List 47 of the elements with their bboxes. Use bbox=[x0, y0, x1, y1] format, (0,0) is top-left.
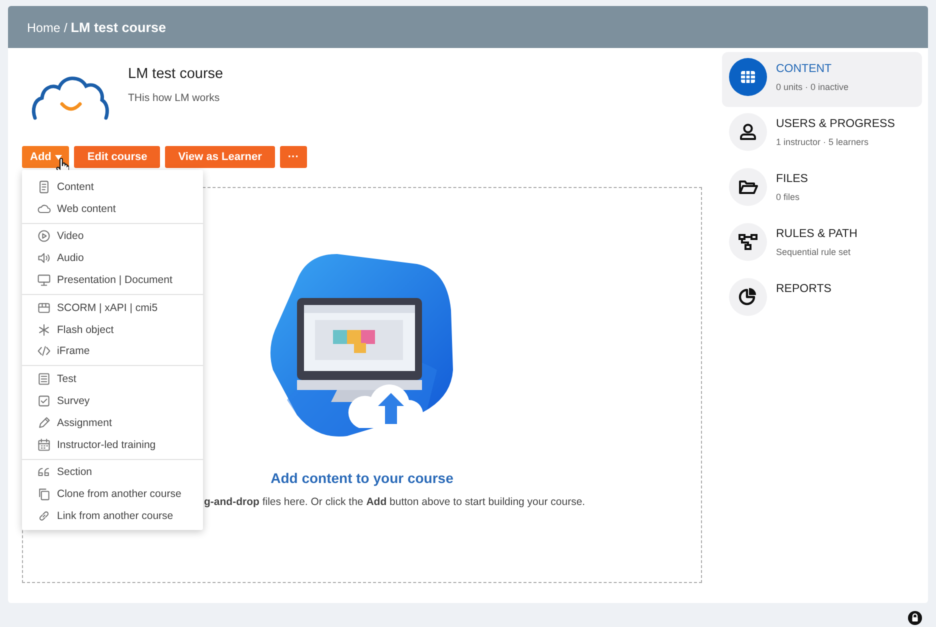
menu-item[interactable]: Flash object bbox=[22, 318, 203, 341]
empty-state-text: g-and-drop files here. Or click the Add button above to start building your course. bbox=[204, 496, 586, 508]
menu-item[interactable]: Content bbox=[22, 176, 203, 198]
sidebar-subtitle: 0 files bbox=[776, 192, 801, 202]
code-icon bbox=[37, 344, 51, 358]
monitor-icon bbox=[37, 273, 51, 288]
menu-item[interactable]: Audio bbox=[22, 247, 203, 270]
document-icon bbox=[37, 180, 51, 194]
menu-item[interactable]: Video bbox=[22, 226, 203, 248]
menu-item[interactable]: Link from another course bbox=[22, 505, 203, 527]
sidebar-subtitle: 1 instructor · 5 learners bbox=[776, 137, 870, 147]
menu-item[interactable]: Clone from another course bbox=[22, 483, 203, 506]
sidebar-item[interactable]: FILES 0 files bbox=[722, 162, 922, 217]
menu-item[interactable]: Web content bbox=[22, 198, 203, 220]
sidebar-title: REPORTS bbox=[776, 283, 832, 295]
speaker-icon bbox=[37, 251, 51, 266]
menu-item[interactable]: Test bbox=[22, 368, 203, 390]
pencil-icon bbox=[37, 416, 51, 430]
menu-item[interactable]: Survey bbox=[22, 390, 203, 412]
sidebar-subtitle: 0 units · 0 inactive bbox=[776, 82, 849, 92]
list-icon bbox=[37, 372, 51, 386]
sidebar-item[interactable]: REPORTS bbox=[722, 272, 922, 327]
sidebar-title: USERS & PROGRESS bbox=[776, 118, 895, 130]
course-description: THis how LM works bbox=[128, 92, 221, 104]
course-title: LM test course bbox=[128, 66, 224, 82]
lock-icon[interactable] bbox=[908, 611, 922, 625]
menu-item[interactable]: SCORM | xAPI | cmi5 bbox=[22, 296, 203, 319]
sidebar-title: CONTENT bbox=[776, 63, 833, 75]
link-icon bbox=[37, 509, 51, 524]
asterisk-icon bbox=[37, 322, 51, 337]
menu-item[interactable]: Section bbox=[22, 462, 203, 484]
sidebar-title: FILES bbox=[776, 173, 808, 185]
package-icon bbox=[37, 300, 51, 315]
menu-item[interactable]: iFrame bbox=[22, 340, 203, 362]
menu-item[interactable]: Assignment bbox=[22, 412, 203, 434]
sidebar-title: RULES & PATH bbox=[776, 228, 858, 240]
copy-icon bbox=[37, 487, 51, 502]
menu-item[interactable]: Instructor-led training bbox=[22, 434, 203, 456]
empty-state-title: Add content to your course bbox=[270, 470, 454, 486]
menu-item[interactable]: Presentation | Document bbox=[22, 269, 203, 291]
sidebar-item[interactable]: CONTENT 0 units · 0 inactive bbox=[722, 52, 922, 107]
play-icon bbox=[37, 229, 51, 244]
sidebar-subtitle: Sequential rule set bbox=[776, 247, 852, 257]
sidebar-item[interactable]: USERS & PROGRESS 1 instructor · 5 learners bbox=[722, 107, 922, 162]
sidebar-item[interactable]: RULES & PATH Sequential rule set bbox=[722, 217, 922, 272]
calendar-icon bbox=[37, 438, 51, 452]
checkbox-icon bbox=[37, 394, 51, 408]
